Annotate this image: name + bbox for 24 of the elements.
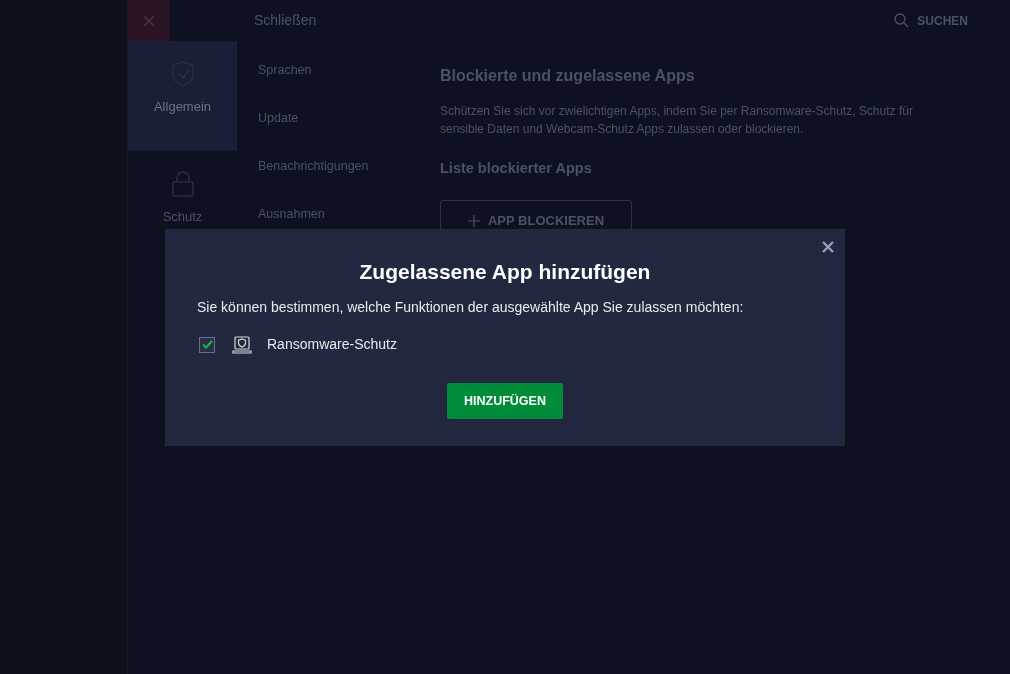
search-button[interactable]: SUCHEN (894, 11, 968, 30)
category-tab[interactable]: Allgemein (128, 41, 237, 151)
lock-icon (171, 171, 194, 197)
plus-icon (467, 214, 480, 227)
menu-item[interactable]: Sprachen (258, 61, 440, 79)
close-button[interactable] (820, 239, 835, 254)
menu-item[interactable]: Update (258, 109, 440, 127)
category-tab[interactable]: Schutz (128, 151, 237, 261)
option-label: Ransomware-Schutz (267, 335, 397, 354)
checkbox[interactable] (199, 336, 215, 353)
close-icon (143, 14, 155, 27)
add-button[interactable]: HINZUFÜGEN (447, 383, 563, 419)
search-icon (894, 13, 910, 28)
list-title: Liste blockierter Apps (440, 159, 593, 178)
dialog-text: Sie können bestimmen, welche Funktionen der ausgewählte App Sie zulassen möchten: (197, 298, 745, 317)
section-title: Blockierte und zugelassene Apps (440, 66, 696, 86)
dialog-title: Zugelassene App hinzufügen (359, 259, 651, 285)
section-description: Schützen Sie sich vor zwielichtigen Apps, indem Sie per Ransomware-Schutz, Schutz für sensible Daten und Webcam-Schutz Apps zulassen oder blockieren. (440, 103, 914, 138)
laptop-shield-icon (232, 334, 252, 355)
menu-item[interactable]: Ausnahmen (258, 205, 440, 223)
close-icon (821, 240, 834, 253)
menu-item[interactable]: Benachrichtigungen (258, 157, 440, 175)
check-icon (201, 340, 213, 349)
close-label: Schließen (254, 11, 317, 30)
